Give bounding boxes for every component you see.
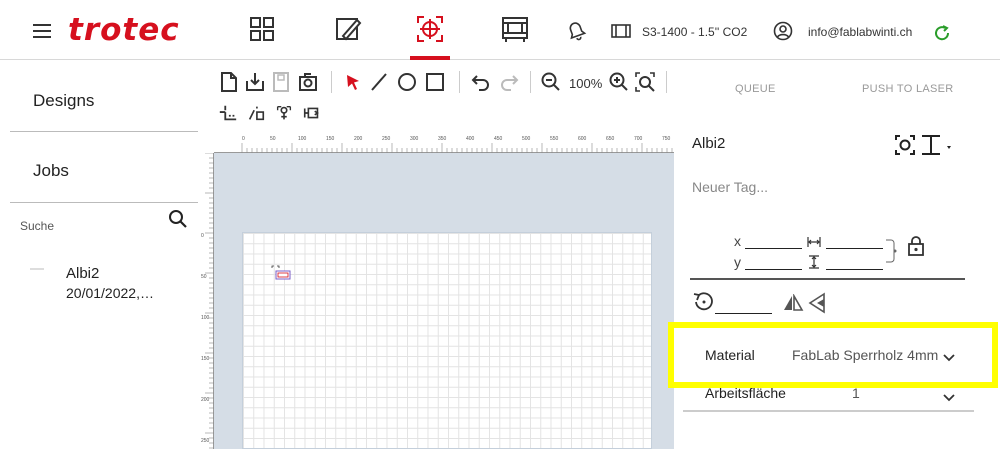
ruler-tick-label: 0 (201, 233, 204, 239)
machine-table-icon[interactable] (500, 14, 530, 44)
right-panel: QUEUE PUSH TO LASER Albi2 Neuer Tag... x… (674, 61, 1000, 449)
machine-icon (611, 23, 631, 39)
search-input[interactable]: Suche (20, 219, 54, 233)
ruler-tick-label: 250 (382, 136, 391, 142)
new-file-icon[interactable] (218, 71, 240, 98)
job-title[interactable]: Albi2 (692, 135, 725, 152)
ruler-tick-label: 450 (494, 136, 503, 142)
zoom-level: 100% (569, 76, 603, 91)
height-icon (808, 255, 820, 269)
ruler-tick-label: 400 (466, 136, 475, 142)
import-icon[interactable] (244, 71, 266, 98)
ruler-tick-label: 0 (242, 136, 245, 142)
material-highlight-box (668, 322, 998, 388)
search-icon[interactable] (168, 209, 188, 229)
width-input[interactable] (826, 248, 883, 249)
job-thumbnail (30, 268, 44, 270)
frame-icon[interactable] (302, 103, 322, 128)
ruler-tick-label: 200 (201, 397, 210, 403)
jobs-section[interactable]: Jobs (10, 133, 198, 203)
rotate-icon[interactable] (691, 291, 715, 313)
job-name[interactable]: Albi2 (66, 265, 99, 282)
design-object[interactable] (271, 265, 293, 281)
divider (683, 410, 974, 412)
active-tab-indicator (410, 56, 450, 60)
user-email[interactable]: info@fablabwinti.ch (808, 25, 912, 39)
ruler-tick-label: 650 (606, 136, 615, 142)
tab-push-to-laser[interactable]: PUSH TO LASER (862, 83, 954, 95)
align-dropdown-icon[interactable] (920, 134, 954, 156)
menu-icon[interactable] (33, 24, 51, 38)
work-area-grid[interactable] (242, 232, 652, 449)
save-icon[interactable] (270, 71, 292, 98)
trace-icon[interactable] (246, 103, 266, 128)
width-icon (806, 235, 822, 247)
laser-target-icon[interactable] (415, 14, 445, 44)
designs-section[interactable]: Designs (10, 61, 198, 132)
ruler-tick-label: 300 (410, 136, 419, 142)
ruler-tick-label: 200 (354, 136, 363, 142)
x-input[interactable] (745, 248, 802, 249)
height-input[interactable] (826, 269, 883, 270)
ruler-tick-label: 50 (201, 274, 207, 280)
redo-icon[interactable] (498, 71, 520, 98)
undo-icon[interactable] (470, 71, 492, 98)
tab-queue[interactable]: QUEUE (735, 83, 776, 95)
refresh-icon[interactable] (933, 24, 951, 42)
y-label: y (734, 254, 741, 270)
ruler-tick-label: 700 (634, 136, 643, 142)
chevron-down-icon[interactable] (942, 390, 956, 402)
new-tag-input[interactable]: Neuer Tag... (692, 179, 768, 195)
ruler-tick-label: 100 (201, 315, 210, 321)
circle-tool-icon[interactable] (396, 71, 418, 98)
lock-icon[interactable] (907, 235, 925, 257)
ruler-tick-label: 550 (550, 136, 559, 142)
left-panel: Designs Jobs Suche Albi2 20/01/2022,… (0, 61, 198, 449)
designs-label[interactable]: Designs (33, 91, 94, 111)
y-input[interactable] (745, 269, 802, 270)
job-date: 20/01/2022,… (66, 285, 154, 301)
bell-icon[interactable] (564, 18, 588, 42)
cut-icon[interactable] (274, 103, 294, 128)
divider (690, 278, 965, 280)
user-icon[interactable] (773, 21, 793, 41)
line-tool-icon[interactable] (368, 71, 390, 98)
jobs-label[interactable]: Jobs (33, 161, 69, 181)
zoom-in-icon[interactable] (608, 71, 630, 98)
ruler-tick-label: 350 (438, 136, 447, 142)
ruler-tick-label: 50 (270, 136, 276, 142)
mirror-horizontal-icon[interactable] (782, 292, 804, 312)
machine-label[interactable]: S3-1400 - 1.5'' CO2 (642, 25, 747, 39)
link-bracket (886, 239, 898, 263)
rotation-input[interactable] (715, 313, 772, 314)
trotec-logo: trotec (68, 12, 180, 48)
zoom-out-icon[interactable] (540, 71, 562, 98)
edit-icon[interactable] (333, 14, 363, 44)
horizontal-ruler: 0 50 100 150 200 250 300 350 400 450 500 550 600 650 7… (214, 133, 674, 153)
ruler-tick-label: 100 (298, 136, 307, 142)
vertical-ruler: 0 50 100 150 200 250 (200, 153, 214, 449)
mirror-vertical-icon[interactable] (808, 292, 826, 314)
ruler-tick-label: 750 (662, 136, 671, 142)
ruler-tick-label: 150 (326, 136, 335, 142)
ruler-tick-label: 600 (578, 136, 587, 142)
focus-icon[interactable] (894, 134, 916, 156)
select-arrow-icon[interactable] (342, 71, 364, 98)
group-icon[interactable] (218, 103, 238, 128)
x-label: x (734, 233, 741, 249)
ruler-tick-label: 150 (201, 356, 210, 362)
camera-icon[interactable] (297, 71, 319, 98)
rectangle-tool-icon[interactable] (424, 71, 446, 98)
designs-icon[interactable] (247, 14, 277, 44)
ruler-tick-label: 250 (201, 438, 210, 444)
ruler-tick-label: 500 (522, 136, 531, 142)
top-bar: trotec S3-1400 - 1.5'' CO2 info@fablabwi… (0, 0, 1000, 60)
zoom-fit-icon[interactable] (634, 71, 656, 98)
